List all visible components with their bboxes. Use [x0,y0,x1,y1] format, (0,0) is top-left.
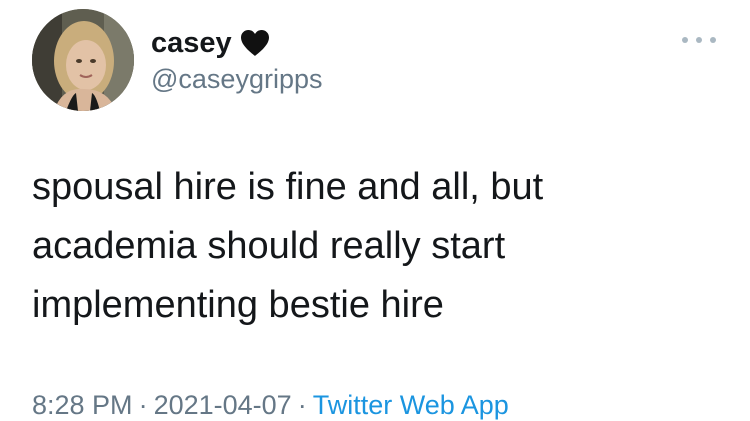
name-row: casey [151,26,322,60]
tweet-time[interactable]: 8:28 PM [32,390,133,420]
user-info: casey @caseygripps [151,26,322,95]
tweet-text-line: implementing bestie hire [32,284,444,326]
tweet-text-line: academia should really start [32,225,506,267]
tweet-card: casey @caseygripps spousal hire is fine … [0,0,750,421]
profile-photo-icon [32,9,134,111]
display-name[interactable]: casey [151,27,232,60]
tweet-date[interactable]: 2021-04-07 [154,390,292,420]
separator: · [138,390,148,420]
tweet-metadata: 8:28 PM · 2021-04-07 · Twitter Web App [32,390,509,421]
dot-icon [696,37,702,43]
more-options-icon[interactable] [682,33,716,47]
separator: · [297,390,307,420]
dot-icon [710,37,716,43]
user-handle[interactable]: @caseygripps [151,64,322,95]
avatar[interactable] [32,9,134,111]
tweet-text-line: spousal hire is fine and all, but [32,166,544,208]
black-heart-icon [240,30,269,56]
tweet-text: spousal hire is fine and all, but academ… [32,158,712,335]
tweet-source-link[interactable]: Twitter Web App [313,390,509,420]
dot-icon [682,37,688,43]
